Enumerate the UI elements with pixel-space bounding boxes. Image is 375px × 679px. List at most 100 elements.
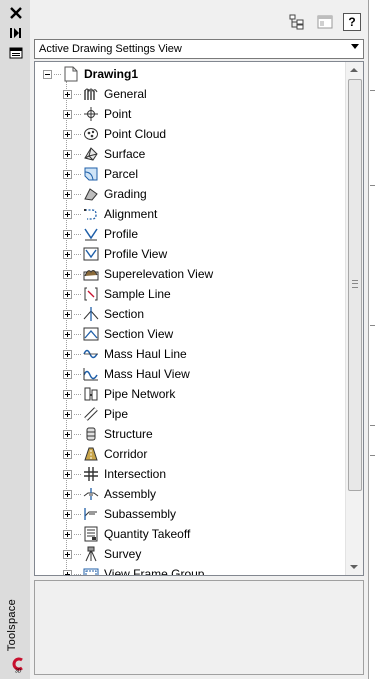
tree-item[interactable]: Structure <box>63 424 153 444</box>
pipe-icon <box>83 406 99 422</box>
expand-toggle-icon[interactable] <box>63 369 72 379</box>
toggle-structure-icon[interactable] <box>288 13 306 31</box>
tree-item[interactable]: Surface <box>63 144 145 164</box>
tree-item[interactable]: Profile View <box>63 244 167 264</box>
tree-item-label: Profile View <box>104 247 168 261</box>
tree-connector <box>74 533 81 535</box>
expand-toggle-icon[interactable] <box>63 289 72 299</box>
expand-toggle-icon[interactable] <box>63 349 72 359</box>
expand-toggle-icon[interactable] <box>63 469 72 479</box>
expand-toggle-icon[interactable] <box>63 209 72 219</box>
tree-item[interactable]: General <box>63 84 147 104</box>
tree-item[interactable]: Assembly <box>63 484 156 504</box>
tree-item[interactable]: Sample Line <box>63 284 171 304</box>
expand-toggle-icon[interactable] <box>63 229 72 239</box>
expand-toggle-icon[interactable] <box>63 529 72 539</box>
item-view-icon[interactable] <box>316 13 334 31</box>
tree-item-label: Assembly <box>104 487 157 501</box>
scroll-up-icon[interactable] <box>350 68 358 72</box>
expand-toggle-icon[interactable] <box>63 189 72 199</box>
expand-toggle-icon[interactable] <box>63 249 72 259</box>
properties-icon[interactable] <box>9 46 23 60</box>
view-selector-value: Active Drawing Settings View <box>39 43 182 55</box>
tree-root-drawing[interactable]: Drawing1 <box>43 64 138 84</box>
close-icon[interactable] <box>9 6 23 20</box>
expand-toggle-icon[interactable] <box>63 89 72 99</box>
tree-item[interactable]: Corridor <box>63 444 147 464</box>
adjacent-window-edge <box>368 0 375 679</box>
expand-toggle-icon[interactable] <box>63 389 72 399</box>
tree-item[interactable]: Grading <box>63 184 147 204</box>
tree-item[interactable]: Parcel <box>63 164 138 184</box>
expand-toggle-icon[interactable] <box>63 449 72 459</box>
expand-toggle-icon[interactable] <box>63 489 72 499</box>
tree-item[interactable]: Pipe Network <box>63 384 175 404</box>
assembly-icon <box>83 486 99 502</box>
expand-toggle-icon[interactable] <box>63 309 72 319</box>
auto-hide-icon[interactable] <box>9 26 23 40</box>
expand-toggle-icon[interactable] <box>63 569 72 575</box>
tree-item-label: Mass Haul View <box>104 367 190 381</box>
tree-connector <box>74 413 81 415</box>
tree-item[interactable]: Profile <box>63 224 138 244</box>
scroll-thumb[interactable] <box>348 79 362 491</box>
tree-item[interactable]: Point Cloud <box>63 124 166 144</box>
tree-item[interactable]: Pipe <box>63 404 128 424</box>
expand-toggle-icon[interactable] <box>63 509 72 519</box>
palette-title-bar: Toolspace 3D <box>0 0 31 679</box>
expand-toggle-icon[interactable] <box>63 429 72 439</box>
expand-toggle-icon[interactable] <box>63 109 72 119</box>
svg-text:3D: 3D <box>15 669 22 674</box>
subassembly-icon <box>83 506 99 522</box>
tree-item[interactable]: Point <box>63 104 131 124</box>
parcel-icon <box>83 166 99 182</box>
tree-item[interactable]: Intersection <box>63 464 166 484</box>
help-button[interactable]: ? <box>343 13 361 31</box>
tree-connector <box>74 473 81 475</box>
tree-item-label: Surface <box>104 147 146 161</box>
tree-item-label: Survey <box>104 547 142 561</box>
tree-connector <box>74 273 81 275</box>
tree-item[interactable]: Subassembly <box>63 504 176 524</box>
survey-icon <box>83 546 99 562</box>
view-selector-dropdown[interactable]: Active Drawing Settings View <box>34 39 364 59</box>
tree-item[interactable]: Quantity Takeoff <box>63 524 190 544</box>
tree-connector <box>74 333 81 335</box>
settings-tree: Drawing1 General Point Point Cloud Surface P… <box>34 61 364 576</box>
tree-item-label: General <box>104 87 147 101</box>
tree-item-label: Parcel <box>104 167 139 181</box>
tree-item[interactable]: Alignment <box>63 204 157 224</box>
tree-item-label: Section View <box>104 327 174 341</box>
drawing-icon <box>63 66 79 82</box>
tree-item-label: Alignment <box>104 207 158 221</box>
expand-toggle-icon[interactable] <box>63 409 72 419</box>
expand-toggle-icon[interactable] <box>63 149 72 159</box>
tree-connector <box>74 373 81 375</box>
tree-item[interactable]: Mass Haul Line <box>63 344 187 364</box>
collapse-toggle-icon[interactable] <box>43 69 52 79</box>
scroll-down-icon[interactable] <box>350 565 358 569</box>
chevron-down-icon[interactable] <box>351 44 359 49</box>
tree-item[interactable]: Section <box>63 304 144 324</box>
expand-toggle-icon[interactable] <box>63 169 72 179</box>
civil3d-logo-icon: 3D <box>11 657 25 675</box>
tree-item[interactable]: Superelevation View <box>63 264 213 284</box>
tree-item[interactable]: Mass Haul View <box>63 364 190 384</box>
expand-toggle-icon[interactable] <box>63 329 72 339</box>
section-view-icon <box>83 326 99 342</box>
expand-toggle-icon[interactable] <box>63 269 72 279</box>
tree-item-label: Mass Haul Line <box>104 347 187 361</box>
tree-item[interactable]: Section View <box>63 324 173 344</box>
expand-toggle-icon[interactable] <box>63 129 72 139</box>
tree-item[interactable]: Survey <box>63 544 141 564</box>
tree-scrollbar[interactable] <box>345 62 363 575</box>
tree-root-label: Drawing1 <box>84 67 139 81</box>
expand-toggle-icon[interactable] <box>63 549 72 559</box>
toolspace-panel: ? Active Drawing Settings View Drawing1 … <box>30 0 368 679</box>
profile-icon <box>83 226 99 242</box>
tree-item-label: Point Cloud <box>104 127 167 141</box>
tree-item[interactable]: View Frame Group <box>63 564 204 575</box>
surface-icon <box>83 146 99 162</box>
tree-connector <box>74 193 81 195</box>
intersection-icon <box>83 466 99 482</box>
